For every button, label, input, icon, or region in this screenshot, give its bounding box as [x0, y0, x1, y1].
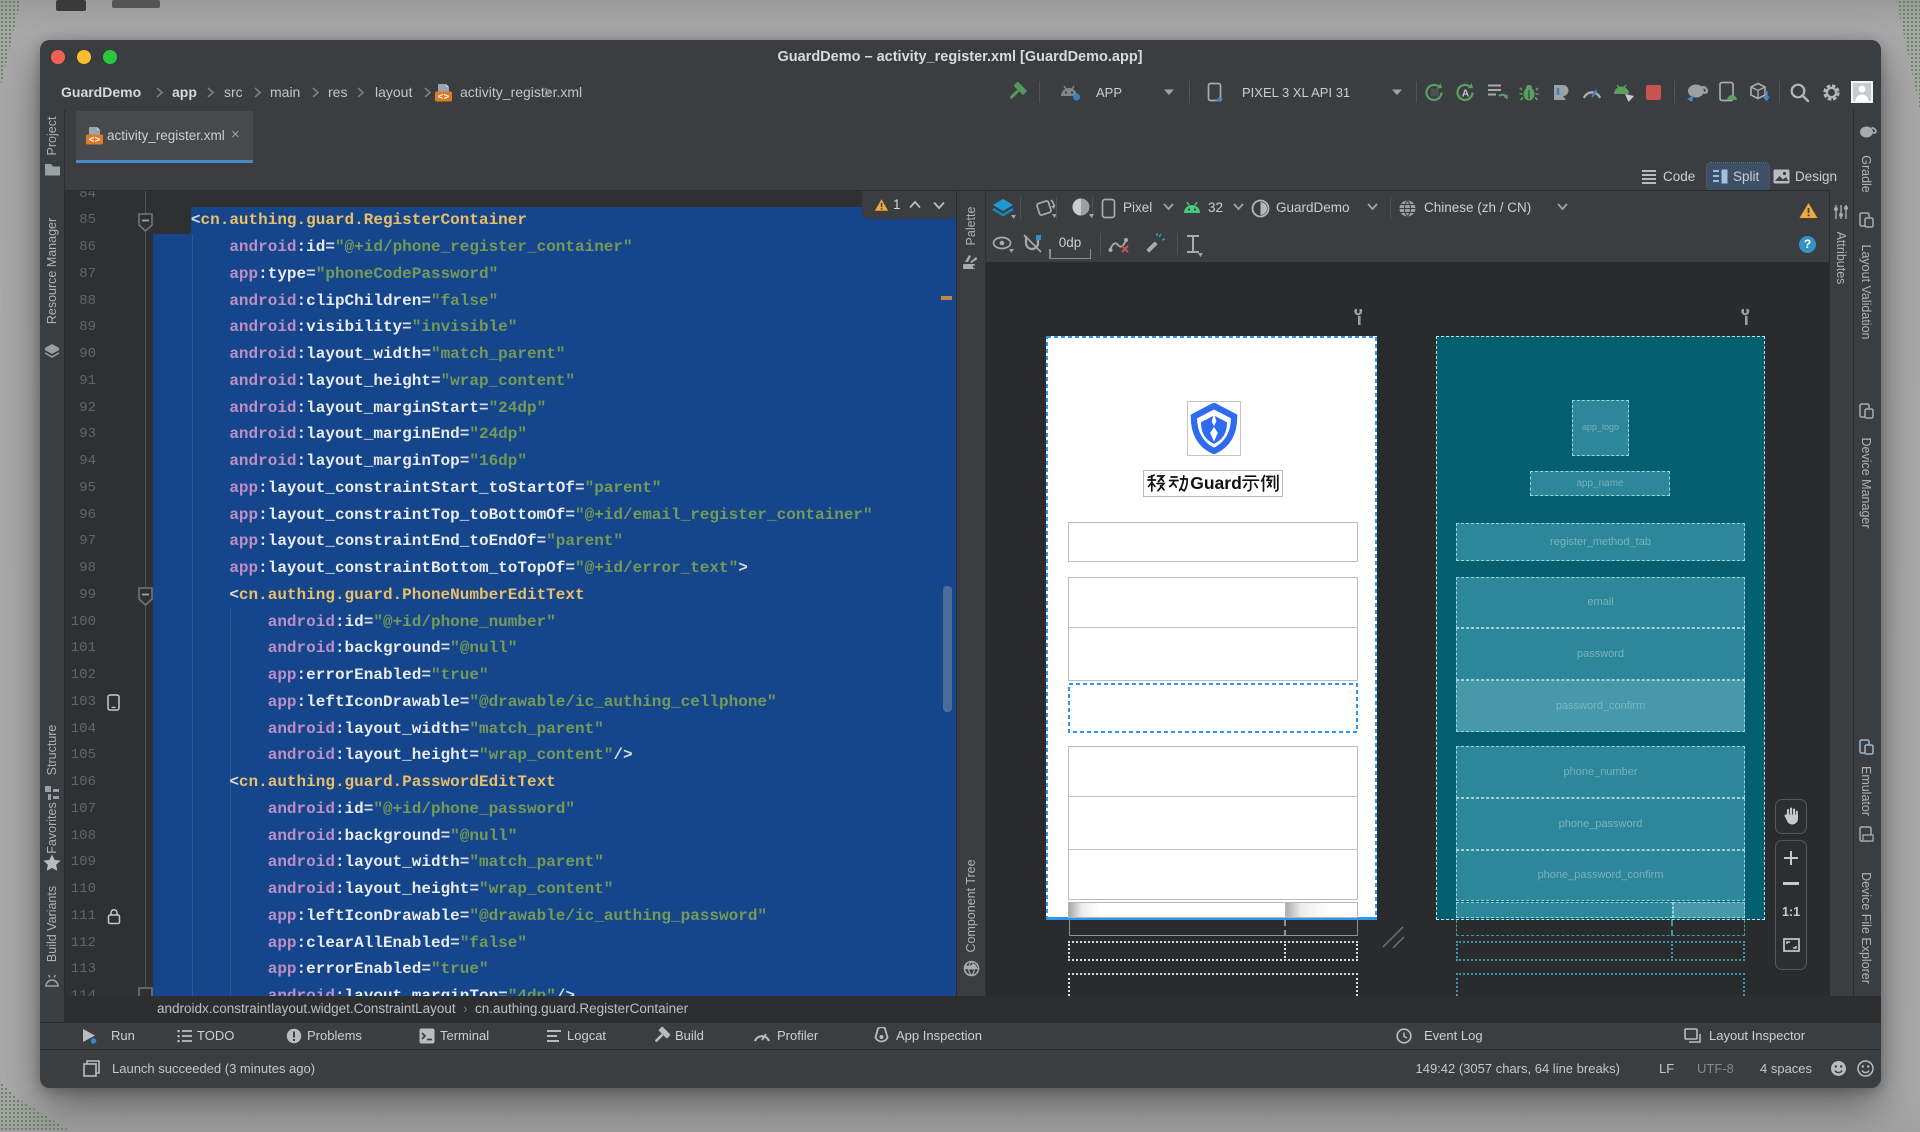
svg-text:<>: <>: [438, 92, 450, 103]
svg-text:A: A: [1462, 89, 1469, 100]
svg-text:<>: <>: [89, 135, 101, 146]
